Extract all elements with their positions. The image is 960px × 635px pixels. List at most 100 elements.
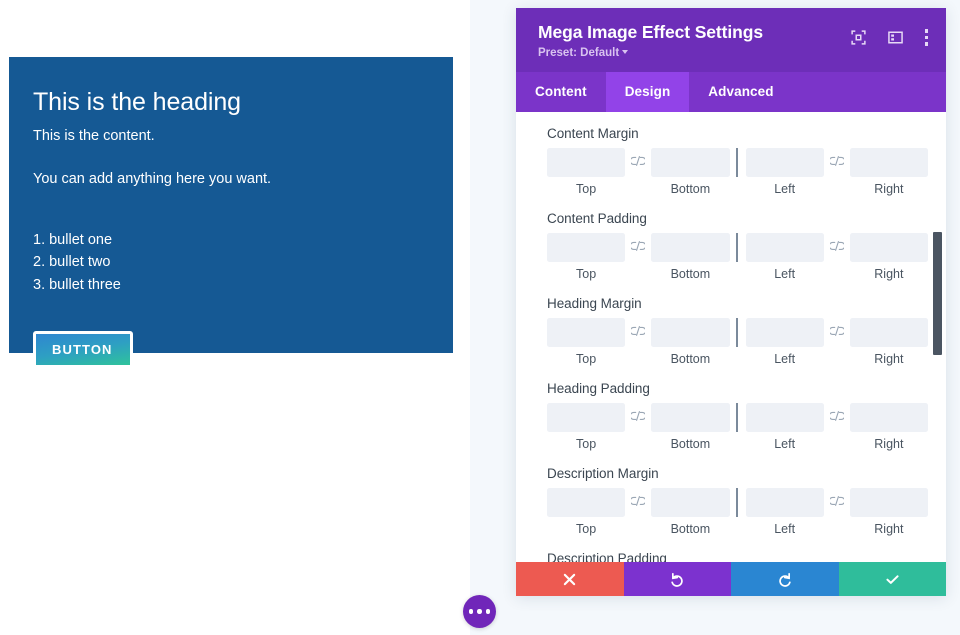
chevron-down-icon (622, 50, 628, 54)
quad-divider (736, 148, 738, 177)
panel-scrollbar[interactable] (933, 112, 942, 562)
broken-link-icon[interactable] (625, 233, 651, 251)
spacing-vertical-half: Top (547, 233, 730, 281)
spacing-top-caption: Top (576, 437, 596, 451)
undo-arrow-icon (670, 572, 685, 587)
spacing-top-cell: Top (547, 233, 625, 281)
group-label: Description Padding (547, 551, 928, 562)
spacing-bottom-input[interactable] (651, 233, 729, 262)
preview-cta-button[interactable]: BUTTON (33, 331, 133, 368)
three-dots-horizontal-icon (469, 609, 474, 614)
broken-link-icon[interactable] (625, 318, 651, 336)
spacing-right-input[interactable] (850, 403, 928, 432)
redo-button[interactable] (731, 562, 839, 596)
list-item: 1. bullet one (33, 229, 429, 252)
broken-link-icon[interactable] (625, 403, 651, 421)
spacing-left-cell: Left (746, 488, 824, 536)
spacing-left-caption: Left (774, 267, 795, 281)
spacing-top-input[interactable] (547, 403, 625, 432)
tab-content[interactable]: Content (516, 72, 606, 112)
spacing-right-cell: Right (850, 233, 928, 281)
spacing-right-caption: Right (874, 437, 903, 451)
spacing-right-cell: Right (850, 403, 928, 451)
broken-link-icon[interactable] (625, 488, 651, 506)
group-label: Heading Padding (547, 381, 928, 396)
spacing-horizontal-half: Left (746, 318, 929, 366)
spacing-top-input[interactable] (547, 148, 625, 177)
spacing-top-cell: Top (547, 403, 625, 451)
spacing-top-cell: Top (547, 488, 625, 536)
spacing-left-cell: Left (746, 318, 824, 366)
spacing-left-input[interactable] (746, 403, 824, 432)
save-button[interactable] (839, 562, 947, 596)
spacing-right-input[interactable] (850, 148, 928, 177)
spacing-left-caption: Left (774, 352, 795, 366)
spacing-right-caption: Right (874, 267, 903, 281)
spacing-right-caption: Right (874, 522, 903, 536)
spacing-bottom-cell: Bottom (651, 488, 729, 536)
cancel-button[interactable] (516, 562, 624, 596)
spacing-left-input[interactable] (746, 488, 824, 517)
spacing-left-input[interactable] (746, 148, 824, 177)
spacing-bottom-cell: Bottom (651, 318, 729, 366)
layout-panel-icon[interactable] (888, 30, 903, 45)
broken-link-icon[interactable] (824, 233, 850, 251)
field-group-description-padding: Description Padding (516, 551, 946, 562)
broken-link-icon[interactable] (824, 488, 850, 506)
spacing-bottom-input[interactable] (651, 318, 729, 347)
spacing-top-input[interactable] (547, 318, 625, 347)
broken-link-icon[interactable] (824, 403, 850, 421)
spacing-top-input[interactable] (547, 233, 625, 262)
spacing-vertical-half: Top (547, 403, 730, 451)
broken-link-icon[interactable] (824, 318, 850, 336)
group-label: Description Margin (547, 466, 928, 481)
spacing-left-cell: Left (746, 233, 824, 281)
broken-link-icon[interactable] (625, 148, 651, 166)
spacing-left-cell: Left (746, 403, 824, 451)
preview-card: This is the heading This is the content.… (9, 57, 453, 353)
group-label: Content Padding (547, 211, 928, 226)
spacing-right-caption: Right (874, 182, 903, 196)
spacing-bottom-input[interactable] (651, 148, 729, 177)
spacing-horizontal-half: Left (746, 403, 929, 451)
spacing-top-input[interactable] (547, 488, 625, 517)
spacing-quad-row: Top (547, 148, 928, 196)
tab-advanced[interactable]: Advanced (689, 72, 792, 112)
spacing-top-caption: Top (576, 352, 596, 366)
spacing-left-caption: Left (774, 182, 795, 196)
undo-button[interactable] (624, 562, 732, 596)
more-vertical-icon[interactable] (925, 29, 929, 46)
spacing-bottom-caption: Bottom (671, 267, 711, 281)
spacing-right-input[interactable] (850, 233, 928, 262)
spacing-top-caption: Top (576, 267, 596, 281)
group-label: Heading Margin (547, 296, 928, 311)
quad-divider (736, 488, 738, 517)
spacing-left-input[interactable] (746, 233, 824, 262)
panel-scrollbar-thumb[interactable] (933, 232, 942, 355)
settings-panel: Mega Image Effect Settings Preset: Defau… (516, 8, 946, 596)
more-options-floating-button[interactable] (463, 595, 496, 628)
spacing-horizontal-half: Left (746, 148, 929, 196)
spacing-bottom-cell: Bottom (651, 403, 729, 451)
spacing-right-input[interactable] (850, 488, 928, 517)
list-item: 3. bullet three (33, 274, 429, 297)
panel-tabs: Content Design Advanced (516, 72, 946, 112)
spacing-right-input[interactable] (850, 318, 928, 347)
redo-arrow-icon (777, 572, 792, 587)
spacing-vertical-half: Top (547, 148, 730, 196)
preset-dropdown[interactable]: Preset: Default (538, 47, 628, 59)
spacing-bottom-cell: Bottom (651, 233, 729, 281)
spacing-bottom-input[interactable] (651, 403, 729, 432)
field-group-heading-padding: Heading Padding Top (516, 381, 946, 451)
app-root: This is the heading This is the content.… (0, 0, 960, 635)
spacing-right-cell: Right (850, 318, 928, 366)
spacing-bottom-input[interactable] (651, 488, 729, 517)
focus-target-icon[interactable] (851, 30, 866, 45)
list-item: 2. bullet two (33, 251, 429, 274)
spacing-horizontal-half: Left (746, 488, 929, 536)
panel-action-bar (516, 562, 946, 596)
tab-design[interactable]: Design (606, 72, 690, 112)
field-group-description-margin: Description Margin Top (516, 466, 946, 536)
spacing-left-input[interactable] (746, 318, 824, 347)
broken-link-icon[interactable] (824, 148, 850, 166)
